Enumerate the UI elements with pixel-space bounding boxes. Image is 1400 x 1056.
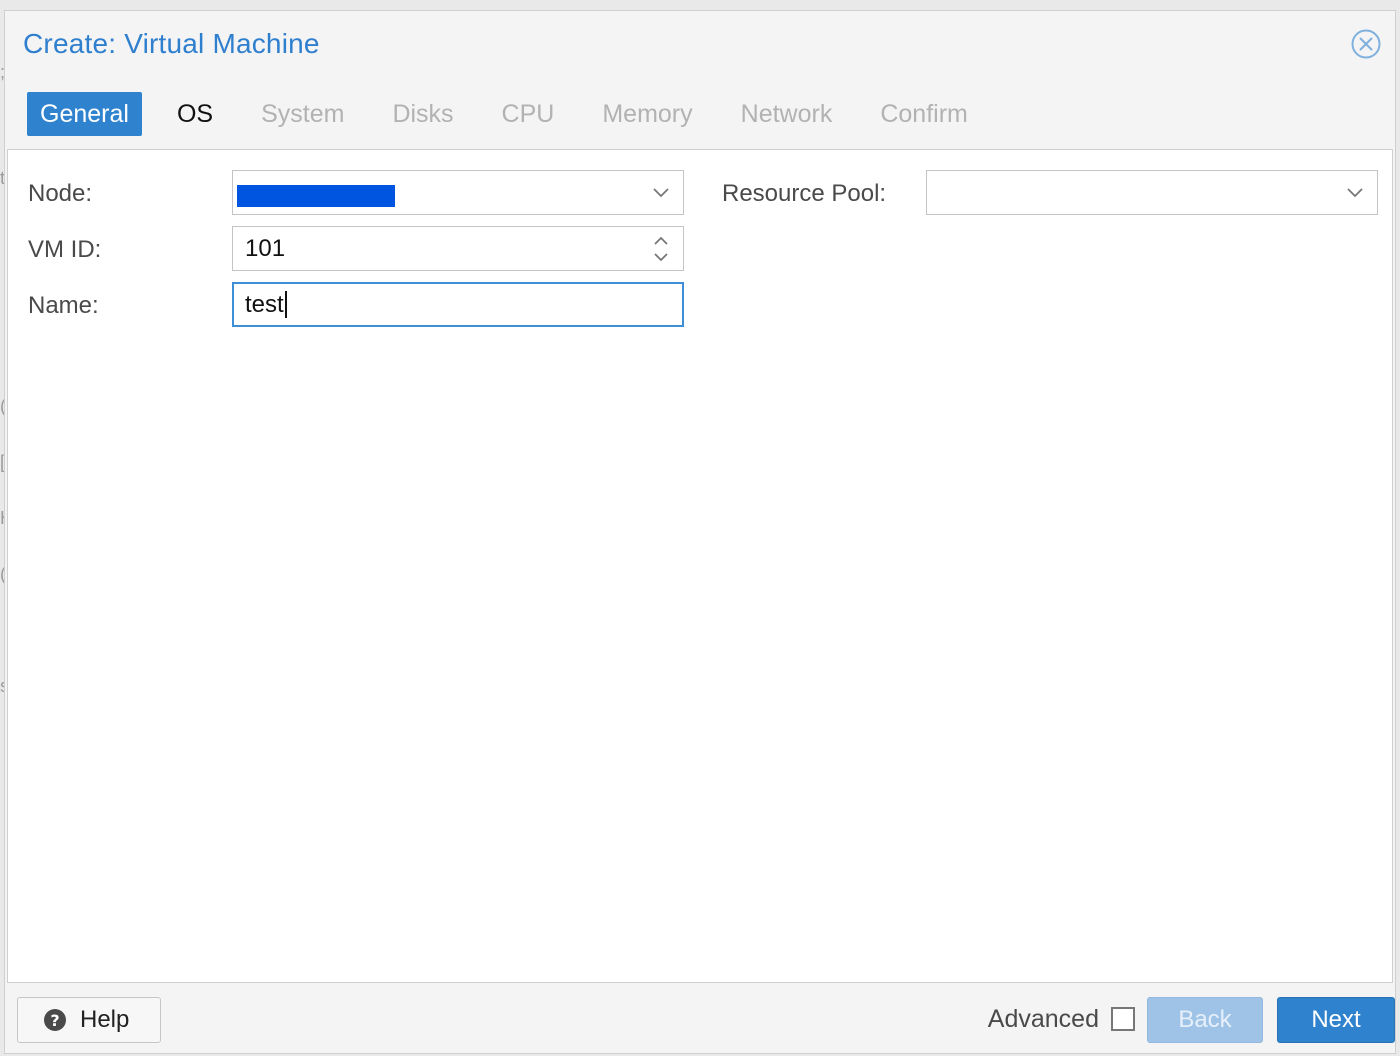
dialog-title: Create: Virtual Machine xyxy=(23,28,320,59)
resource-pool-select[interactable] xyxy=(926,170,1378,215)
text-caret xyxy=(284,291,287,318)
name-input[interactable]: test xyxy=(232,282,684,327)
help-button[interactable]: ? Help xyxy=(17,997,161,1043)
advanced-label: Advanced xyxy=(987,1005,1099,1033)
create-vm-dialog: Create: Virtual Machine General OS Syste… xyxy=(4,10,1396,1054)
tab-network: Network xyxy=(740,100,833,128)
wizard-tabs: General OS System Disks CPU Memory Netwo… xyxy=(27,91,1003,137)
redacted-node-value xyxy=(237,185,395,207)
name-value: test xyxy=(245,290,284,318)
name-label: Name: xyxy=(28,292,99,319)
tab-cpu: CPU xyxy=(501,100,555,128)
node-select[interactable] xyxy=(232,170,684,215)
close-button[interactable] xyxy=(1351,29,1381,59)
spinner-arrows-icon[interactable] xyxy=(651,233,671,265)
chevron-down-icon xyxy=(1347,188,1363,198)
help-label: Help xyxy=(80,1006,130,1033)
next-button[interactable]: Next xyxy=(1277,997,1395,1043)
advanced-checkbox[interactable] xyxy=(1111,1007,1135,1031)
vmid-input[interactable]: 101 xyxy=(232,226,684,271)
tab-system: System xyxy=(261,100,345,128)
tab-os[interactable]: OS xyxy=(164,92,226,136)
tab-general[interactable]: General xyxy=(27,92,142,136)
vmid-value: 101 xyxy=(245,234,286,262)
chevron-down-icon xyxy=(653,188,669,198)
general-panel: Node: Resource Pool: VM ID: 101 Name: te… xyxy=(7,149,1393,983)
dialog-footer: ? Help Advanced Back Next xyxy=(5,987,1395,1053)
close-circle-icon xyxy=(1351,29,1381,59)
vmid-label: VM ID: xyxy=(28,236,102,263)
tab-confirm: Confirm xyxy=(880,100,968,128)
tab-memory: Memory xyxy=(602,100,693,128)
node-label: Node: xyxy=(28,180,93,207)
tab-disks: Disks xyxy=(392,100,454,128)
back-button[interactable]: Back xyxy=(1147,997,1263,1043)
question-circle-icon: ? xyxy=(44,1009,66,1031)
resource-pool-label: Resource Pool: xyxy=(722,180,887,207)
